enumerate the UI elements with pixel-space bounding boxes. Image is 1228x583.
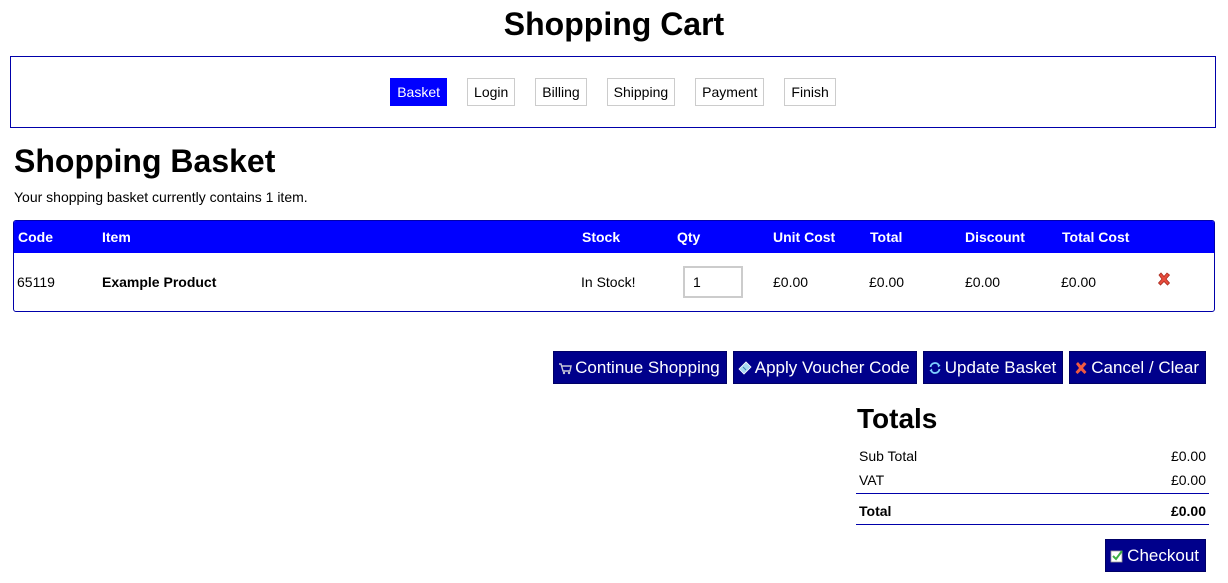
row-code: 65119 xyxy=(17,274,55,290)
apply-voucher-button[interactable]: Apply Voucher Code xyxy=(732,351,917,384)
table-row: 65119 Example Product In Stock! £0.00 £0… xyxy=(14,253,1214,311)
col-stock: Stock xyxy=(582,229,621,245)
vat-label: VAT xyxy=(859,472,885,488)
checkout-label: Checkout xyxy=(1127,545,1199,565)
row-item: Example Product xyxy=(102,274,217,290)
checkout-area: Checkout xyxy=(1105,539,1206,572)
col-unit-cost: Unit Cost xyxy=(773,229,836,245)
step-finish[interactable]: Finish xyxy=(784,78,836,106)
row-total: £0.00 xyxy=(869,274,905,290)
refresh-icon xyxy=(929,361,941,374)
red-x-icon xyxy=(1075,361,1087,374)
vat-value: £0.00 xyxy=(1170,472,1206,488)
update-basket-label: Update Basket xyxy=(944,357,1057,377)
col-total-cost: Total Cost xyxy=(1062,229,1130,245)
basket-summary: Your shopping basket currently contains … xyxy=(14,189,308,205)
col-discount: Discount xyxy=(965,229,1025,245)
cart-icon xyxy=(559,362,572,374)
page-title: Shopping Cart xyxy=(503,6,725,42)
ticket-icon xyxy=(738,360,752,375)
table-header: Code Item Stock Qty Unit Cost Total Disc… xyxy=(14,221,1214,253)
cancel-clear-label: Cancel / Clear xyxy=(1091,357,1199,377)
step-login[interactable]: Login xyxy=(467,78,516,106)
update-basket-button[interactable]: Update Basket xyxy=(922,351,1064,384)
col-total: Total xyxy=(870,229,903,245)
row-unit-cost: £0.00 xyxy=(773,274,809,290)
totals-table: Sub Total £0.00 VAT £0.00 Total £0.00 xyxy=(856,445,1209,525)
col-qty: Qty xyxy=(677,229,701,245)
col-code: Code xyxy=(18,229,53,245)
step-payment[interactable]: Payment xyxy=(695,78,765,106)
basket-actions: Continue Shopping Apply Voucher Code Upd… xyxy=(553,351,1206,384)
col-item: Item xyxy=(102,229,131,245)
subtotal-label: Sub Total xyxy=(859,448,918,464)
row-discount: £0.00 xyxy=(965,274,1001,290)
shopping-cart-page: Shopping Cart Basket Login Billing Shipp… xyxy=(0,0,1228,583)
apply-voucher-label: Apply Voucher Code xyxy=(754,357,910,377)
checkout-steps: Basket Login Billing Shipping Payment Fi… xyxy=(10,56,1216,128)
basket-title: Shopping Basket xyxy=(14,143,276,179)
total-row: Total £0.00 xyxy=(856,493,1209,525)
step-basket[interactable]: Basket xyxy=(390,78,448,106)
step-billing[interactable]: Billing xyxy=(535,78,587,106)
vat-row: VAT £0.00 xyxy=(856,469,1209,493)
remove-item-icon[interactable] xyxy=(1157,272,1171,286)
total-value: £0.00 xyxy=(1170,503,1206,519)
step-shipping[interactable]: Shipping xyxy=(606,78,676,106)
subtotal-row: Sub Total £0.00 xyxy=(856,445,1209,469)
checkout-button[interactable]: Checkout xyxy=(1105,539,1206,572)
subtotal-value: £0.00 xyxy=(1170,448,1206,464)
continue-shopping-button[interactable]: Continue Shopping xyxy=(553,351,727,384)
check-icon xyxy=(1110,549,1123,562)
basket-table: Code Item Stock Qty Unit Cost Total Disc… xyxy=(13,220,1215,312)
quantity-input[interactable] xyxy=(683,266,743,298)
totals-title: Totals xyxy=(857,403,938,434)
row-total-cost: £0.00 xyxy=(1061,274,1097,290)
cancel-clear-button[interactable]: Cancel / Clear xyxy=(1069,351,1206,384)
total-label: Total xyxy=(859,503,892,519)
continue-shopping-label: Continue Shopping xyxy=(575,357,720,377)
row-stock: In Stock! xyxy=(581,274,636,290)
